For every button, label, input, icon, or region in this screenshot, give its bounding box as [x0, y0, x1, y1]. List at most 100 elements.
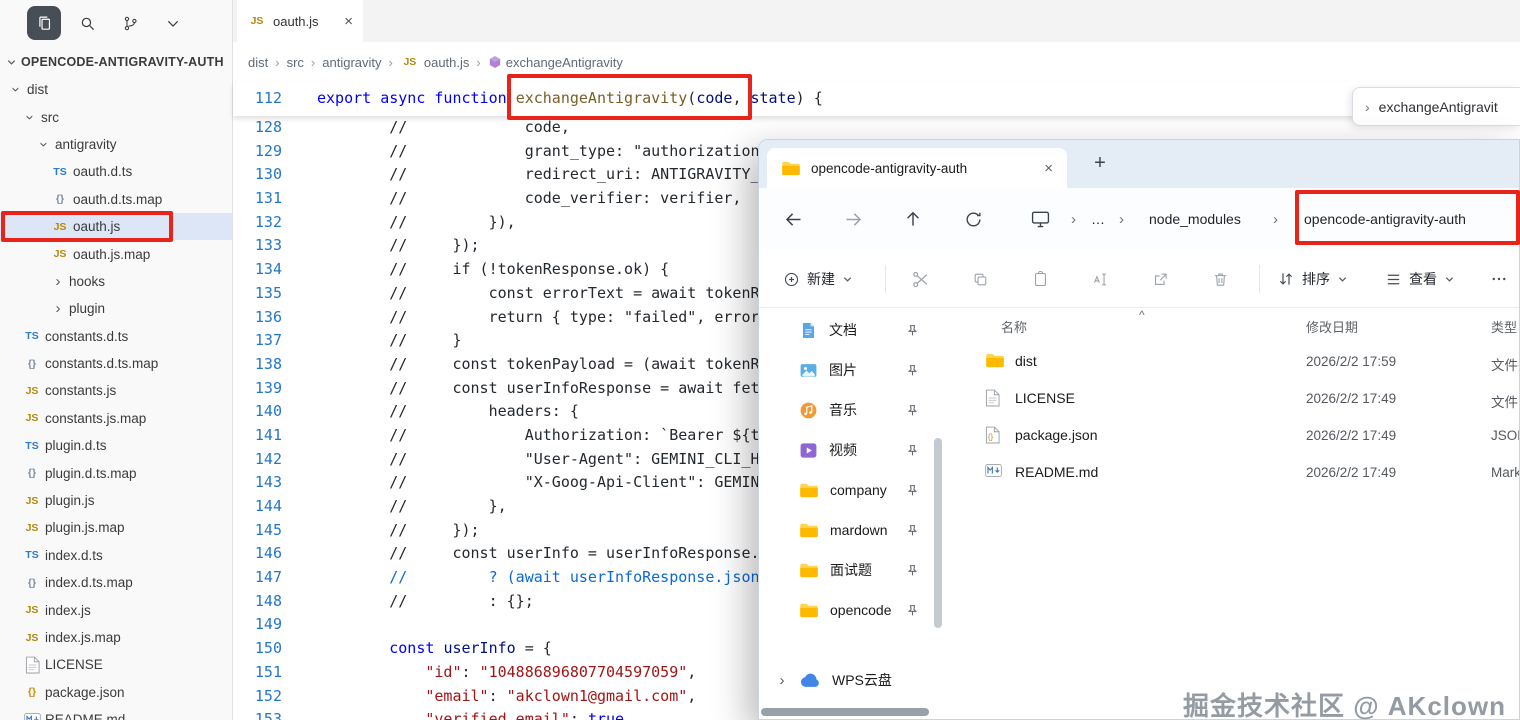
close-icon[interactable]: × [344, 13, 353, 30]
address-collapsed[interactable]: … [1091, 188, 1105, 250]
column-type[interactable]: 类型 [1491, 317, 1517, 336]
tree-item-oauth-d-ts-map[interactable]: {} oauth.d.ts.map [0, 186, 232, 213]
quick-access-mardown[interactable]: mardown [759, 510, 933, 550]
file-row-dist[interactable]: dist 2026/2/2 17:59 文件夹 [949, 344, 1519, 381]
tree-item-plugin-js[interactable]: JS plugin.js [0, 487, 232, 514]
breadcrumb-item-dist[interactable]: dist [248, 55, 268, 70]
javascript-file-icon: JS [25, 384, 39, 397]
tree-item-index-js-map[interactable]: JS index.js.map [0, 624, 232, 651]
rename-button[interactable] [1080, 259, 1120, 299]
pin-icon [906, 364, 919, 377]
search-icon[interactable] [70, 6, 104, 40]
line-number: 133 [254, 236, 282, 255]
tree-item-index-d-ts[interactable]: TS index.d.ts [0, 542, 232, 569]
refresh-button[interactable] [953, 201, 993, 237]
tree-item-index-js[interactable]: JS index.js [0, 596, 232, 623]
tree-item-constants-d-ts[interactable]: TS constants.d.ts [0, 323, 232, 350]
quick-access-[interactable]: 面试题 [759, 550, 933, 590]
tree-item-label: antigravity [55, 136, 117, 152]
javascript-file-icon: JS [53, 220, 67, 233]
explorer-toolbar: 新建 排序 查看 [759, 250, 1519, 308]
quick-access-[interactable]: 视频 [759, 430, 933, 470]
tree-item-readme-md[interactable]: README.md [0, 706, 232, 720]
tree-item-oauth-js[interactable]: JS oauth.js [0, 212, 232, 241]
column-date[interactable]: 修改日期 [1306, 317, 1358, 336]
breadcrumb-item-antigravity[interactable]: antigravity [322, 55, 381, 70]
file-type: Mark [1491, 465, 1519, 480]
tab-oauth-js[interactable]: JS oauth.js × [237, 0, 363, 42]
share-button[interactable] [1140, 259, 1180, 299]
quick-access-company[interactable]: company [759, 470, 933, 510]
close-icon[interactable]: × [1044, 160, 1053, 177]
line-number: 152 [254, 686, 282, 705]
paste-button[interactable] [1020, 259, 1060, 299]
breadcrumb-item-exchangeantigravity[interactable]: exchangeAntigravity [488, 55, 623, 70]
chevron-down-icon [1444, 274, 1455, 285]
tree-item-src[interactable]: › src [0, 103, 232, 130]
cut-button[interactable] [900, 259, 940, 299]
breadcrumb: dist › src › antigravity › JS oauth.js › exchange… [233, 42, 1520, 82]
folder-icon [799, 602, 819, 619]
chevron-down-icon[interactable] [156, 6, 190, 40]
explorer-tab-label: opencode-antigravity-auth [811, 160, 968, 176]
tree-item-oauth-d-ts[interactable]: TS oauth.d.ts [0, 158, 232, 185]
delete-button[interactable] [1200, 259, 1240, 299]
sort-ascending-icon: ^ [1139, 308, 1145, 322]
tree-item-plugin-js-map[interactable]: JS plugin.js.map [0, 514, 232, 541]
breadcrumb-item-src[interactable]: src [287, 55, 304, 70]
file-name: dist [1015, 353, 1037, 369]
project-header[interactable]: OPENCODE-ANTIGRAVITY-AUTH [6, 50, 224, 74]
tree-item-antigravity[interactable]: › antigravity [0, 131, 232, 158]
tree-item-package-json[interactable]: {} package.json [0, 679, 232, 706]
file-row-readme-md[interactable]: README.md 2026/2/2 17:49 Mark [949, 455, 1519, 492]
tree-item-oauth-js-map[interactable]: JS oauth.js.map [0, 240, 232, 267]
quick-access-label: 音乐 [829, 402, 857, 418]
column-name[interactable]: 名称 [1001, 317, 1027, 336]
quick-access-[interactable]: 音乐 [759, 390, 933, 430]
pages-icon[interactable] [27, 6, 61, 40]
quick-access-[interactable]: 图片 [759, 350, 933, 390]
back-button[interactable] [773, 201, 813, 237]
new-tab-button[interactable]: + [1085, 152, 1115, 175]
chevron-right-icon: › [55, 300, 61, 318]
tree-item-plugin-d-ts[interactable]: TS plugin.d.ts [0, 432, 232, 459]
view-icon [1385, 271, 1402, 288]
file-row-license[interactable]: LICENSE 2026/2/2 17:49 文件 [949, 381, 1519, 418]
address-node-modules[interactable]: node_modules [1149, 188, 1241, 250]
quick-access-wps[interactable]: › WPS云盘 [759, 660, 933, 700]
quick-access-opencode[interactable]: opencode [759, 590, 933, 630]
folder-icon [799, 522, 819, 539]
code-text: // }, [317, 497, 507, 515]
javascript-file-icon: JS [25, 604, 39, 617]
new-button[interactable]: 新建 [783, 250, 853, 308]
copy-button[interactable] [960, 259, 1000, 299]
tree-item-license[interactable]: LICENSE [0, 651, 232, 678]
computer-icon[interactable] [1031, 188, 1050, 250]
sort-button[interactable]: 排序 [1277, 250, 1348, 308]
breadcrumb-item-oauth-js[interactable]: JS oauth.js [400, 55, 469, 70]
tree-item-plugin-d-ts-map[interactable]: {} plugin.d.ts.map [0, 459, 232, 486]
view-button[interactable]: 查看 [1385, 250, 1455, 308]
address-opencode-antigravity-auth[interactable]: opencode-antigravity-auth [1304, 188, 1466, 250]
quick-access-[interactable]: 文档 [759, 310, 933, 350]
tree-item-plugin[interactable]: › plugin [0, 295, 232, 322]
explorer-tab[interactable]: opencode-antigravity-auth × [767, 148, 1067, 188]
tree-item-constants-d-ts-map[interactable]: {} constants.d.ts.map [0, 350, 232, 377]
sourcemap-file-icon: {} [55, 193, 65, 206]
folder-icon [799, 482, 819, 499]
tree-item-hooks[interactable]: › hooks [0, 268, 232, 295]
file-row-package-json[interactable]: {} package.json 2026/2/2 17:49 JSON [949, 418, 1519, 455]
tree-item-constants-js-map[interactable]: JS constants.js.map [0, 405, 232, 432]
horizontal-scrollbar[interactable] [761, 708, 929, 716]
tree-item-index-d-ts-map[interactable]: {} index.d.ts.map [0, 569, 232, 596]
vertical-scrollbar[interactable] [934, 438, 942, 628]
tree-item-dist[interactable]: › dist [0, 76, 232, 103]
forward-button[interactable] [833, 201, 873, 237]
source-control-icon[interactable] [113, 6, 147, 40]
more-button[interactable] [1479, 259, 1519, 299]
line-number: 134 [254, 260, 282, 279]
tree-item-constants-js[interactable]: JS constants.js [0, 377, 232, 404]
file-date: 2026/2/2 17:49 [1306, 391, 1397, 406]
up-button[interactable] [893, 201, 933, 237]
line-number: 129 [254, 141, 282, 160]
